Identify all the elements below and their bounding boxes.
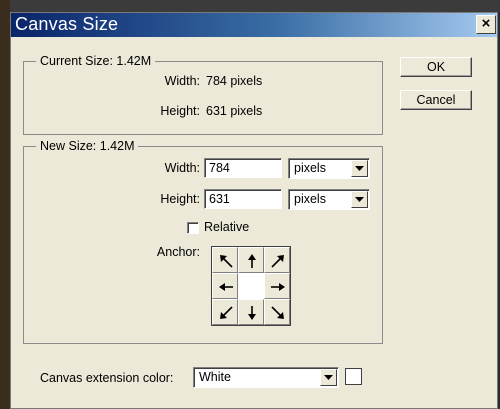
background-strip-left [0, 0, 10, 409]
chevron-down-icon[interactable] [351, 191, 368, 208]
arrow-down-left-icon [220, 306, 233, 319]
current-width-label: Width: [164, 74, 200, 88]
title-bar[interactable]: Canvas Size × [11, 13, 497, 37]
arrow-up-icon [248, 254, 256, 268]
dialog-title: Canvas Size [15, 14, 119, 34]
anchor-right[interactable] [264, 273, 290, 299]
relative-checkbox[interactable] [187, 222, 199, 234]
width-unit-select[interactable]: pixels [288, 158, 370, 179]
chevron-down-icon[interactable] [320, 369, 337, 386]
arrow-down-right-icon [271, 306, 284, 319]
arrow-up-left-icon [220, 255, 233, 268]
cancel-button[interactable]: Cancel [400, 90, 472, 110]
width-input[interactable]: 784 [204, 158, 282, 178]
height-unit-value: pixels [294, 192, 326, 206]
new-size-group: New Size: 1.42M Width: 784 pixels Height… [23, 139, 383, 344]
anchor-center[interactable] [238, 273, 264, 299]
anchor-bottom-left[interactable] [212, 299, 238, 325]
arrow-up-right-icon [271, 255, 284, 268]
new-height-label: Height: [160, 192, 200, 206]
canvas-size-dialog: Canvas Size × Current Size: 1.42M Width:… [10, 12, 498, 409]
extension-color-label: Canvas extension color: [40, 371, 174, 385]
anchor-bottom[interactable] [238, 299, 264, 325]
current-height-value: 631 pixels [206, 104, 263, 118]
height-input[interactable]: 631 [204, 189, 282, 209]
new-width-label: Width: [164, 161, 200, 175]
current-size-legend: Current Size: 1.42M [36, 54, 156, 68]
anchor-grid [211, 246, 291, 326]
anchor-top-right[interactable] [264, 247, 290, 273]
anchor-label: Anchor: [156, 245, 200, 259]
anchor-left[interactable] [212, 273, 238, 299]
arrow-right-icon [271, 283, 285, 291]
anchor-bottom-right[interactable] [264, 299, 290, 325]
arrow-down-icon [248, 306, 256, 320]
extension-color-select[interactable]: White [193, 367, 339, 388]
anchor-top-left[interactable] [212, 247, 238, 273]
ok-button[interactable]: OK [400, 57, 472, 77]
close-button[interactable]: × [476, 15, 496, 34]
width-unit-value: pixels [294, 161, 326, 175]
new-size-legend: New Size: 1.42M [36, 139, 139, 153]
background-strip-top [0, 0, 500, 12]
arrow-left-icon [219, 283, 233, 291]
anchor-top[interactable] [238, 247, 264, 273]
current-height-label: Height: [160, 104, 200, 118]
height-unit-select[interactable]: pixels [288, 189, 370, 210]
current-width-value: 784 pixels [206, 74, 263, 88]
extension-color-swatch[interactable] [345, 368, 362, 385]
current-size-group: Current Size: 1.42M Width: 784 pixels He… [23, 54, 383, 135]
chevron-down-icon[interactable] [351, 160, 368, 177]
extension-color-value: White [199, 370, 231, 384]
relative-label: Relative [204, 220, 250, 234]
